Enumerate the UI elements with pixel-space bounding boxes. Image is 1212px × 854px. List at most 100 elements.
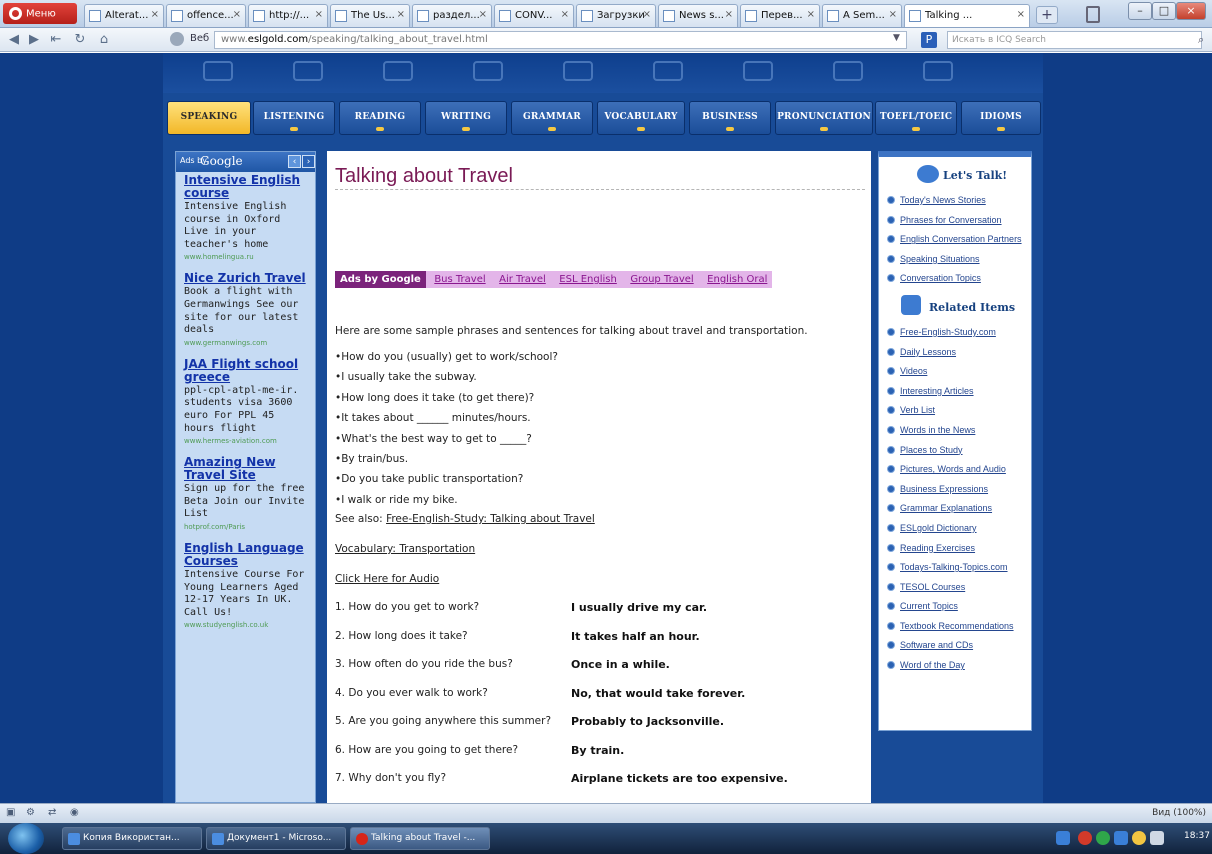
sidebar-link[interactable]: Word of the Day — [887, 656, 1031, 676]
sync-icon[interactable]: ⇄ — [48, 807, 56, 818]
close-tab-icon[interactable]: × — [315, 9, 323, 20]
ad-link[interactable]: Group Travel — [625, 271, 698, 288]
tab-writing[interactable]: WRITING — [425, 101, 507, 135]
tab-pronunciation[interactable]: PRONUNCIATION — [775, 101, 873, 135]
sidebar-link[interactable]: Today's News Stories — [887, 191, 1031, 211]
ad-url[interactable]: hotprof.com/Paris — [184, 522, 309, 532]
ad-title[interactable]: English Language Courses — [184, 541, 309, 568]
browser-tab[interactable]: Загрузки × — [576, 4, 656, 27]
ad-link[interactable]: Bus Travel — [429, 271, 490, 288]
network-icon[interactable] — [1114, 831, 1128, 845]
sidebar-link[interactable]: Speaking Situations — [887, 250, 1031, 270]
sidebar-link[interactable]: TESOL Courses — [887, 578, 1031, 598]
zoom-level[interactable]: Вид (100%) — [1152, 808, 1206, 818]
sidebar-link[interactable]: Conversation Topics — [887, 269, 1031, 289]
close-tab-icon[interactable]: × — [889, 9, 897, 20]
tab-listening[interactable]: LISTENING — [253, 101, 335, 135]
browser-tab[interactable]: offence... × — [166, 4, 246, 27]
ad-item[interactable]: JAA Flight school greece ppl-cpl-atpl-me… — [176, 356, 315, 454]
back-icon[interactable]: ◀ — [6, 32, 22, 48]
browser-tab-active[interactable]: Talking ... × — [904, 4, 1030, 27]
ad-title[interactable]: Intensive English course — [184, 174, 309, 200]
close-tab-icon[interactable]: × — [1017, 9, 1025, 20]
ads-prev-icon[interactable]: ‹ — [288, 155, 301, 168]
close-tab-icon[interactable]: × — [643, 9, 651, 20]
speaking-icon[interactable] — [203, 61, 233, 81]
volume-icon[interactable] — [1150, 831, 1164, 845]
language-icon[interactable] — [1056, 831, 1070, 845]
ad-title[interactable]: JAA Flight school greece — [184, 357, 309, 384]
minimize-button[interactable]: – — [1128, 2, 1152, 20]
security-badge-icon[interactable] — [170, 32, 184, 46]
ad-item[interactable]: English Language Courses Intensive Cours… — [176, 540, 315, 638]
sidebar-link[interactable]: Software and CDs — [887, 636, 1031, 656]
ad-title[interactable]: Amazing New Travel Site — [184, 456, 309, 482]
reading-icon[interactable] — [383, 61, 413, 81]
sidebar-link[interactable]: Reading Exercises — [887, 539, 1031, 559]
ad-item[interactable]: Intensive English course Intensive Engli… — [176, 172, 315, 270]
sidebar-link[interactable]: Pictures, Words and Audio — [887, 460, 1031, 480]
update-icon[interactable] — [1132, 831, 1146, 845]
browser-tab[interactable]: http://... × — [248, 4, 328, 27]
sidebar-link[interactable]: Videos — [887, 362, 1031, 382]
sidebar-link[interactable]: Business Expressions — [887, 480, 1031, 500]
grammar-icon[interactable] — [563, 61, 593, 81]
tab-idioms[interactable]: IDIOMS — [961, 101, 1041, 135]
toefl-icon[interactable] — [923, 61, 953, 81]
sidebar-link[interactable]: Phrases for Conversation — [887, 211, 1031, 231]
sidebar-link[interactable]: ESLgold Dictionary — [887, 519, 1031, 539]
close-tab-icon[interactable]: × — [397, 9, 405, 20]
sidebar-link[interactable]: Words in the News — [887, 421, 1031, 441]
view-icon[interactable]: ◉ — [70, 807, 79, 818]
forward-icon[interactable]: ▶ — [26, 32, 42, 48]
sidebar-link[interactable]: Grammar Explanations — [887, 499, 1031, 519]
panel-toggle-icon[interactable]: ▣ — [6, 807, 15, 818]
home-icon[interactable]: ⌂ — [96, 32, 112, 48]
browser-tab[interactable]: CONV... × — [494, 4, 574, 27]
search-engine-icon[interactable]: P — [921, 32, 937, 48]
close-tab-icon[interactable]: × — [479, 9, 487, 20]
ad-url[interactable]: www.germanwings.com — [184, 338, 309, 348]
icq-tray-icon[interactable] — [1096, 831, 1110, 845]
tab-business[interactable]: BUSINESS — [689, 101, 771, 135]
ad-item[interactable]: Amazing New Travel Site Sign up for the … — [176, 454, 315, 540]
address-dropdown-icon[interactable]: ▼ — [893, 33, 900, 43]
listening-icon[interactable] — [293, 61, 323, 81]
turbo-icon[interactable]: ⚙ — [26, 807, 35, 818]
start-button[interactable] — [8, 823, 44, 854]
sidebar-link[interactable]: Daily Lessons — [887, 343, 1031, 363]
ad-url[interactable]: www.homelingua.ru — [184, 252, 309, 262]
ad-url[interactable]: www.hermes-aviation.com — [184, 436, 309, 446]
sidebar-link[interactable]: Textbook Recommendations — [887, 617, 1031, 637]
ad-links-label[interactable]: Ads by Google — [335, 271, 426, 288]
close-tab-icon[interactable]: × — [151, 9, 159, 20]
close-tab-icon[interactable]: × — [725, 9, 733, 20]
browser-tab[interactable]: Alterat... × — [84, 4, 164, 27]
taskbar-item[interactable]: Документ1 - Microso... — [206, 827, 346, 850]
ads-next-icon[interactable]: › — [302, 155, 315, 168]
reload-icon[interactable]: ↻ — [72, 32, 88, 48]
tab-speaking[interactable]: SPEAKING — [167, 101, 251, 135]
rewind-icon[interactable]: ⇤ — [48, 32, 64, 48]
maximize-button[interactable]: □ — [1152, 2, 1176, 20]
vocabulary-icon[interactable] — [653, 61, 683, 81]
sidebar-link[interactable]: Todays-Talking-Topics.com — [887, 558, 1031, 578]
ad-item[interactable]: Nice Zurich Travel Book a flight with Ge… — [176, 270, 315, 355]
tab-toefl-toeic[interactable]: TOEFL/TOEIC — [875, 101, 957, 135]
opera-tray-icon[interactable] — [1078, 831, 1092, 845]
ad-link[interactable]: Air Travel — [494, 271, 551, 288]
close-tab-icon[interactable]: × — [807, 9, 815, 20]
taskbar-item-active[interactable]: Talking about Travel -... — [350, 827, 490, 850]
ad-title[interactable]: Nice Zurich Travel — [184, 272, 309, 285]
browser-tab[interactable]: Перев... × — [740, 4, 820, 27]
trash-icon[interactable] — [1086, 6, 1100, 23]
close-tab-icon[interactable]: × — [233, 9, 241, 20]
sidebar-link[interactable]: English Conversation Partners — [887, 230, 1031, 250]
browser-tab[interactable]: A Sem... × — [822, 4, 902, 27]
ad-url[interactable]: www.studyenglish.co.uk — [184, 620, 309, 630]
browser-menu-button[interactable]: Меню — [3, 3, 77, 24]
sidebar-link[interactable]: Interesting Articles — [887, 382, 1031, 402]
new-tab-button[interactable]: + — [1036, 6, 1058, 24]
browser-tab[interactable]: News s... × — [658, 4, 738, 27]
sidebar-link[interactable]: Verb List — [887, 401, 1031, 421]
